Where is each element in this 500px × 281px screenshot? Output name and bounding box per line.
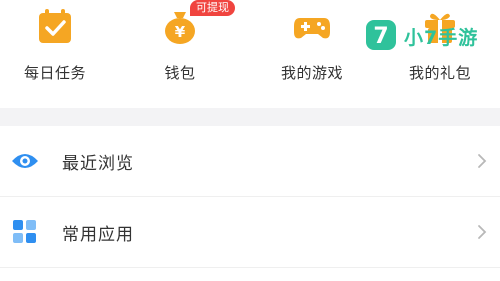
- watermark-logo: 7 小7手游: [366, 20, 496, 54]
- chevron-right-icon: [478, 225, 487, 239]
- common-apps-item[interactable]: 常用应用: [0, 197, 500, 268]
- daily-tasks-button[interactable]: 每日任务: [0, 0, 110, 108]
- chevron-right-icon: [478, 154, 487, 168]
- wallet-button[interactable]: ¥ 钱包: [125, 0, 235, 108]
- wallet-label: 钱包: [164, 64, 196, 82]
- withdrawable-badge: 可提现: [190, 0, 235, 16]
- watermark-text: 小7手游: [404, 27, 479, 49]
- recent-browse-item[interactable]: 最近浏览: [0, 126, 500, 197]
- common-apps-label: 常用应用: [62, 225, 134, 245]
- daily-tasks-label: 每日任务: [23, 64, 86, 82]
- eye-icon: [12, 154, 38, 168]
- my-games-button[interactable]: 我的游戏: [257, 0, 367, 108]
- my-gifts-label: 我的礼包: [408, 64, 471, 82]
- svg-text:7: 7: [373, 24, 388, 49]
- my-gifts-button[interactable]: 我的礼包: [385, 0, 495, 108]
- watermark-logo-icon: 7: [366, 20, 396, 50]
- task-calendar-icon: [39, 9, 71, 43]
- quick-actions-card: 每日任务 ¥ 钱包 可提现 我的游戏 我的礼包 7 小7手游: [0, 0, 500, 108]
- divider: [0, 267, 500, 268]
- apps-grid-icon: [13, 220, 36, 243]
- my-games-label: 我的游戏: [280, 64, 343, 82]
- gamepad-icon: [294, 18, 330, 39]
- svg-text:¥: ¥: [175, 23, 186, 41]
- menu-list: 最近浏览 常用应用: [0, 126, 500, 281]
- recent-browse-label: 最近浏览: [62, 154, 134, 174]
